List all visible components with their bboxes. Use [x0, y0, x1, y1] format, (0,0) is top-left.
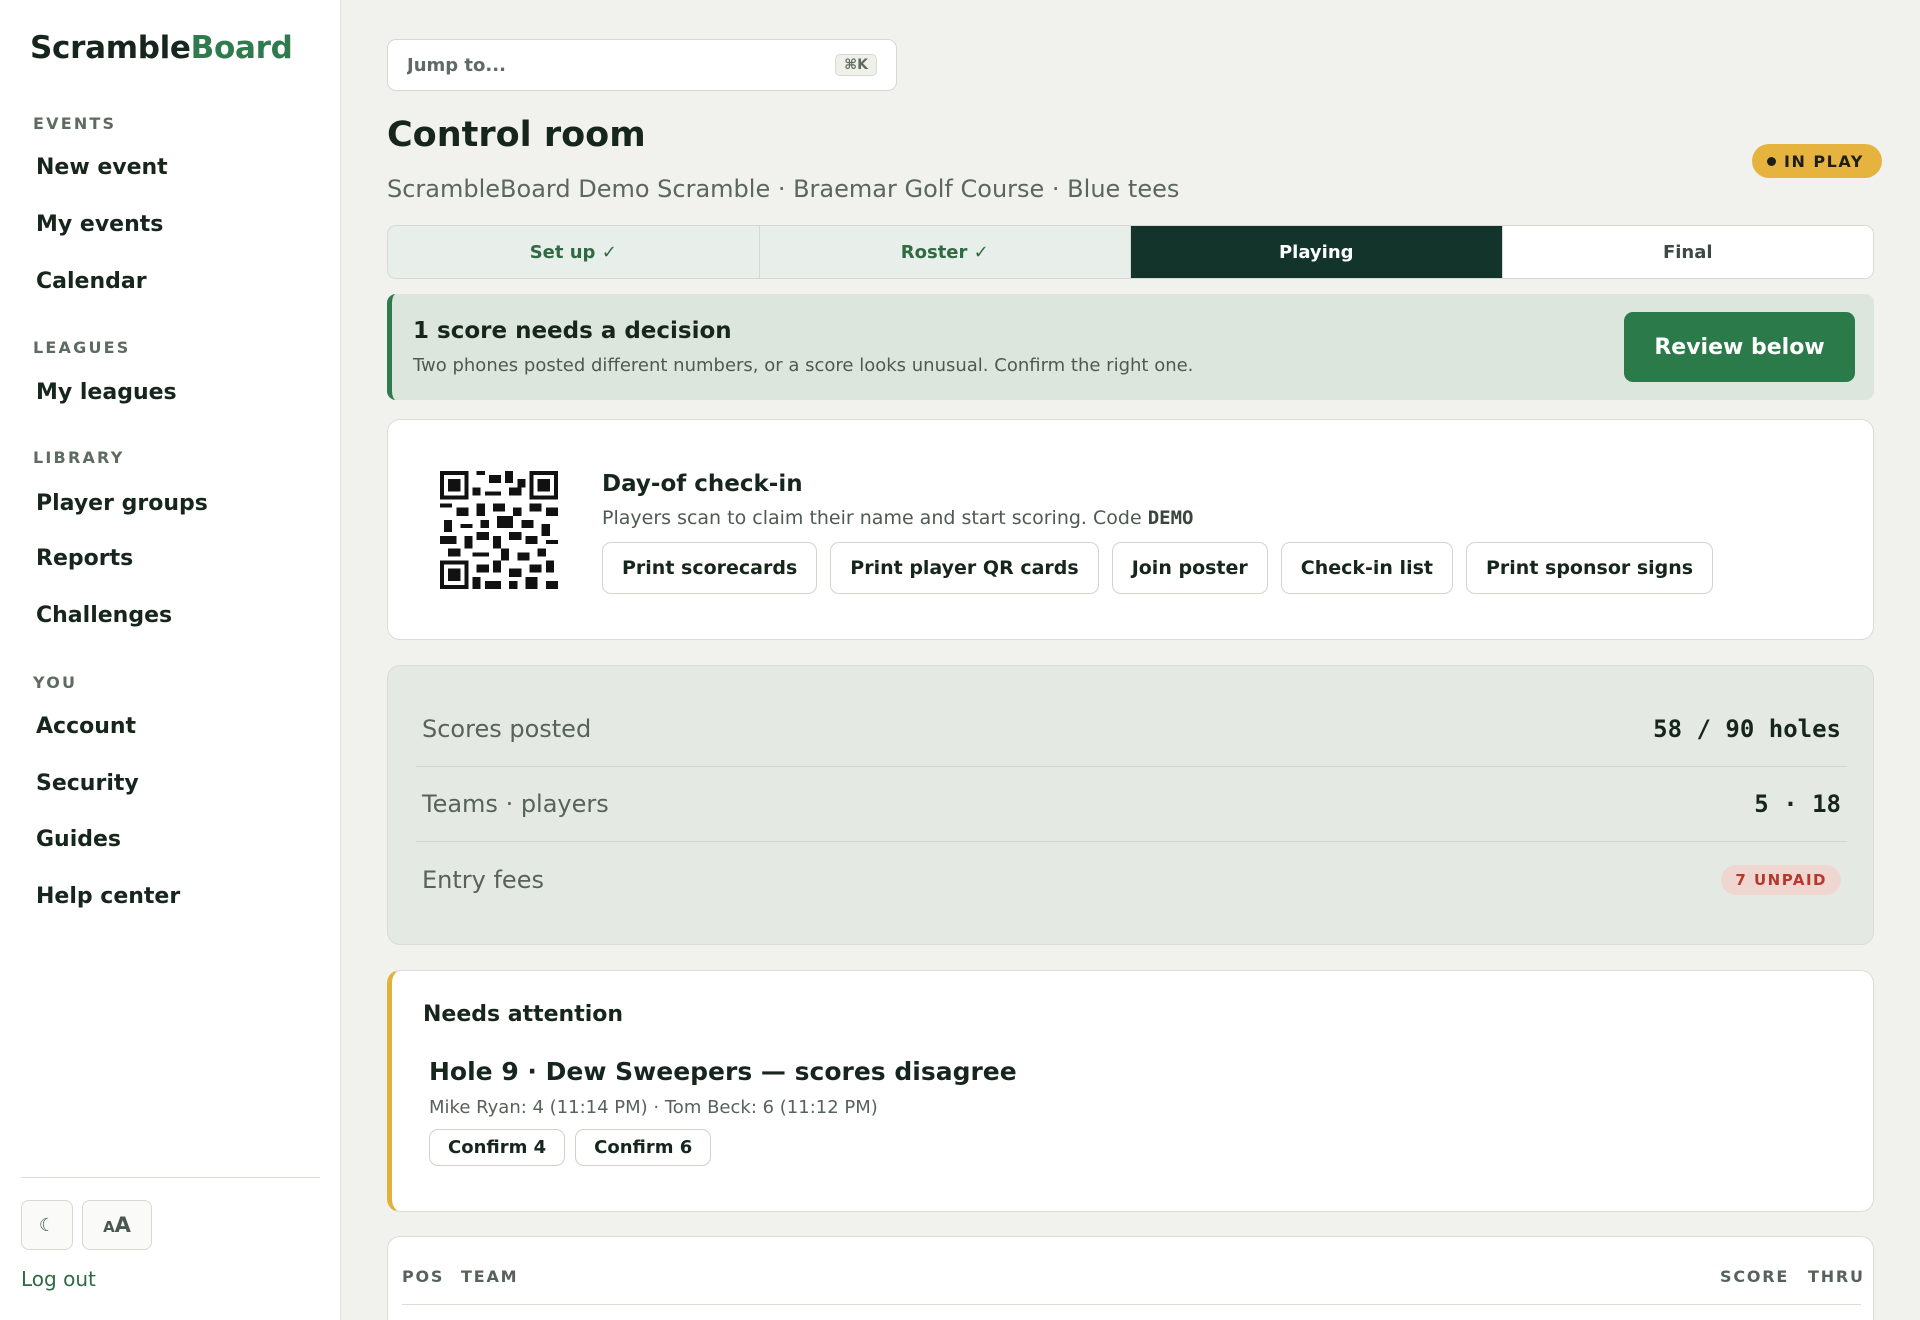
checkin-text: Players scan to claim their name and sta… [602, 507, 1194, 529]
event-stepper: Set up ✓ Roster ✓ Playing Final [387, 225, 1874, 279]
text-size-button[interactable]: AA [82, 1200, 152, 1250]
unpaid-badge[interactable]: 7 UNPAID [1721, 864, 1841, 895]
qr-code-icon[interactable] [440, 471, 558, 589]
search-input[interactable] [407, 54, 836, 76]
checkin-card: Day-of check-in Players scan to claim th… [387, 419, 1874, 640]
table-header: POS TEAM SCORE THRU [402, 1237, 1863, 1305]
alert-text: Two phones posted different numbers, or … [413, 355, 1194, 376]
attention-item-title: Hole 9 · Dew Sweepers — scores disagree [429, 1057, 1017, 1086]
event-subtitle: ScrambleBoard Demo Scramble · Braemar Go… [387, 175, 1180, 203]
moon-icon: ☾ [38, 1214, 56, 1236]
stat-teams-players: Teams · players 5 · 18 [416, 767, 1847, 842]
confirm-4-button[interactable]: Confirm 4 [429, 1129, 566, 1166]
sidebar-item-my-leagues[interactable]: My leagues [36, 380, 177, 405]
checkin-list-button[interactable]: Check-in list [1280, 542, 1453, 594]
sidebar-item-new-event[interactable]: New event [36, 155, 168, 180]
sidebar-item-security[interactable]: Security [36, 771, 139, 796]
checkin-title: Day-of check-in [602, 471, 803, 497]
attention-actions: Confirm 4 Confirm 6 [429, 1129, 712, 1166]
sidebar: ScrambleBoard EVENTS New event My events… [0, 0, 341, 1320]
nav-group-events: EVENTS [33, 114, 117, 133]
sidebar-item-help-center[interactable]: Help center [36, 884, 180, 909]
status-dot-icon [1767, 156, 1776, 166]
stat-entry-fees: Entry fees 7 UNPAID [416, 842, 1847, 917]
sidebar-item-guides[interactable]: Guides [36, 827, 121, 852]
scores-posted-value: 58 / 90 holes [1653, 715, 1841, 743]
nav-group-leagues: LEAGUES [33, 338, 131, 357]
confirm-6-button[interactable]: Confirm 6 [575, 1129, 712, 1166]
text-size-icon: AA [103, 1213, 131, 1237]
join-poster-button[interactable]: Join poster [1111, 542, 1268, 594]
attention-item-meta: Mike Ryan: 4 (11:14 PM) · Tom Beck: 6 (1… [429, 1097, 878, 1118]
print-sponsor-signs-button[interactable]: Print sponsor signs [1465, 542, 1714, 594]
logout-link[interactable]: Log out [21, 1267, 96, 1291]
col-team[interactable]: TEAM [461, 1267, 518, 1286]
print-player-qr-cards-button[interactable]: Print player QR cards [830, 542, 1099, 594]
brand-logo[interactable]: ScrambleBoard [30, 30, 293, 66]
jump-to-search[interactable]: ⌘K [387, 39, 897, 91]
theme-toggle-button[interactable]: ☾ [21, 1200, 73, 1250]
page-title: Control room [387, 115, 646, 155]
step-final[interactable]: Final [1502, 226, 1873, 278]
decision-alert: 1 score needs a decision Two phones post… [387, 294, 1874, 400]
col-thru[interactable]: THRU [1808, 1267, 1865, 1286]
nav-group-library: LIBRARY [33, 448, 125, 467]
sidebar-item-account[interactable]: Account [36, 714, 136, 739]
alert-title: 1 score needs a decision [413, 318, 732, 344]
sidebar-item-reports[interactable]: Reports [36, 546, 133, 571]
sidebar-item-my-events[interactable]: My events [36, 212, 163, 237]
checkin-actions: Print scorecards Print player QR cards J… [602, 542, 1714, 594]
sidebar-item-player-groups[interactable]: Player groups [36, 491, 208, 516]
sidebar-item-calendar[interactable]: Calendar [36, 269, 147, 294]
review-below-button[interactable]: Review below [1624, 312, 1855, 382]
print-scorecards-button[interactable]: Print scorecards [602, 542, 818, 594]
shortcut-hint: ⌘K [835, 54, 877, 76]
sidebar-item-challenges[interactable]: Challenges [36, 603, 172, 628]
needs-attention-title: Needs attention [423, 1002, 624, 1027]
needs-attention-card: Needs attention Hole 9 · Dew Sweepers — … [387, 970, 1874, 1212]
checkin-code: DEMO [1147, 507, 1194, 529]
leaderboard-table: POS TEAM SCORE THRU [387, 1236, 1874, 1320]
stat-scores-posted: Scores posted 58 / 90 holes [416, 692, 1847, 767]
event-stats: Scores posted 58 / 90 holes Teams · play… [387, 665, 1874, 945]
col-pos[interactable]: POS [402, 1267, 444, 1286]
col-score[interactable]: SCORE [1720, 1267, 1789, 1286]
nav-group-you: YOU [33, 673, 78, 692]
step-set-up[interactable]: Set up ✓ [388, 226, 760, 278]
sidebar-divider [21, 1177, 320, 1178]
status-badge: IN PLAY [1752, 144, 1882, 178]
step-playing[interactable]: Playing [1131, 226, 1503, 278]
step-roster[interactable]: Roster ✓ [759, 226, 1131, 278]
teams-players-value: 5 · 18 [1754, 790, 1841, 818]
